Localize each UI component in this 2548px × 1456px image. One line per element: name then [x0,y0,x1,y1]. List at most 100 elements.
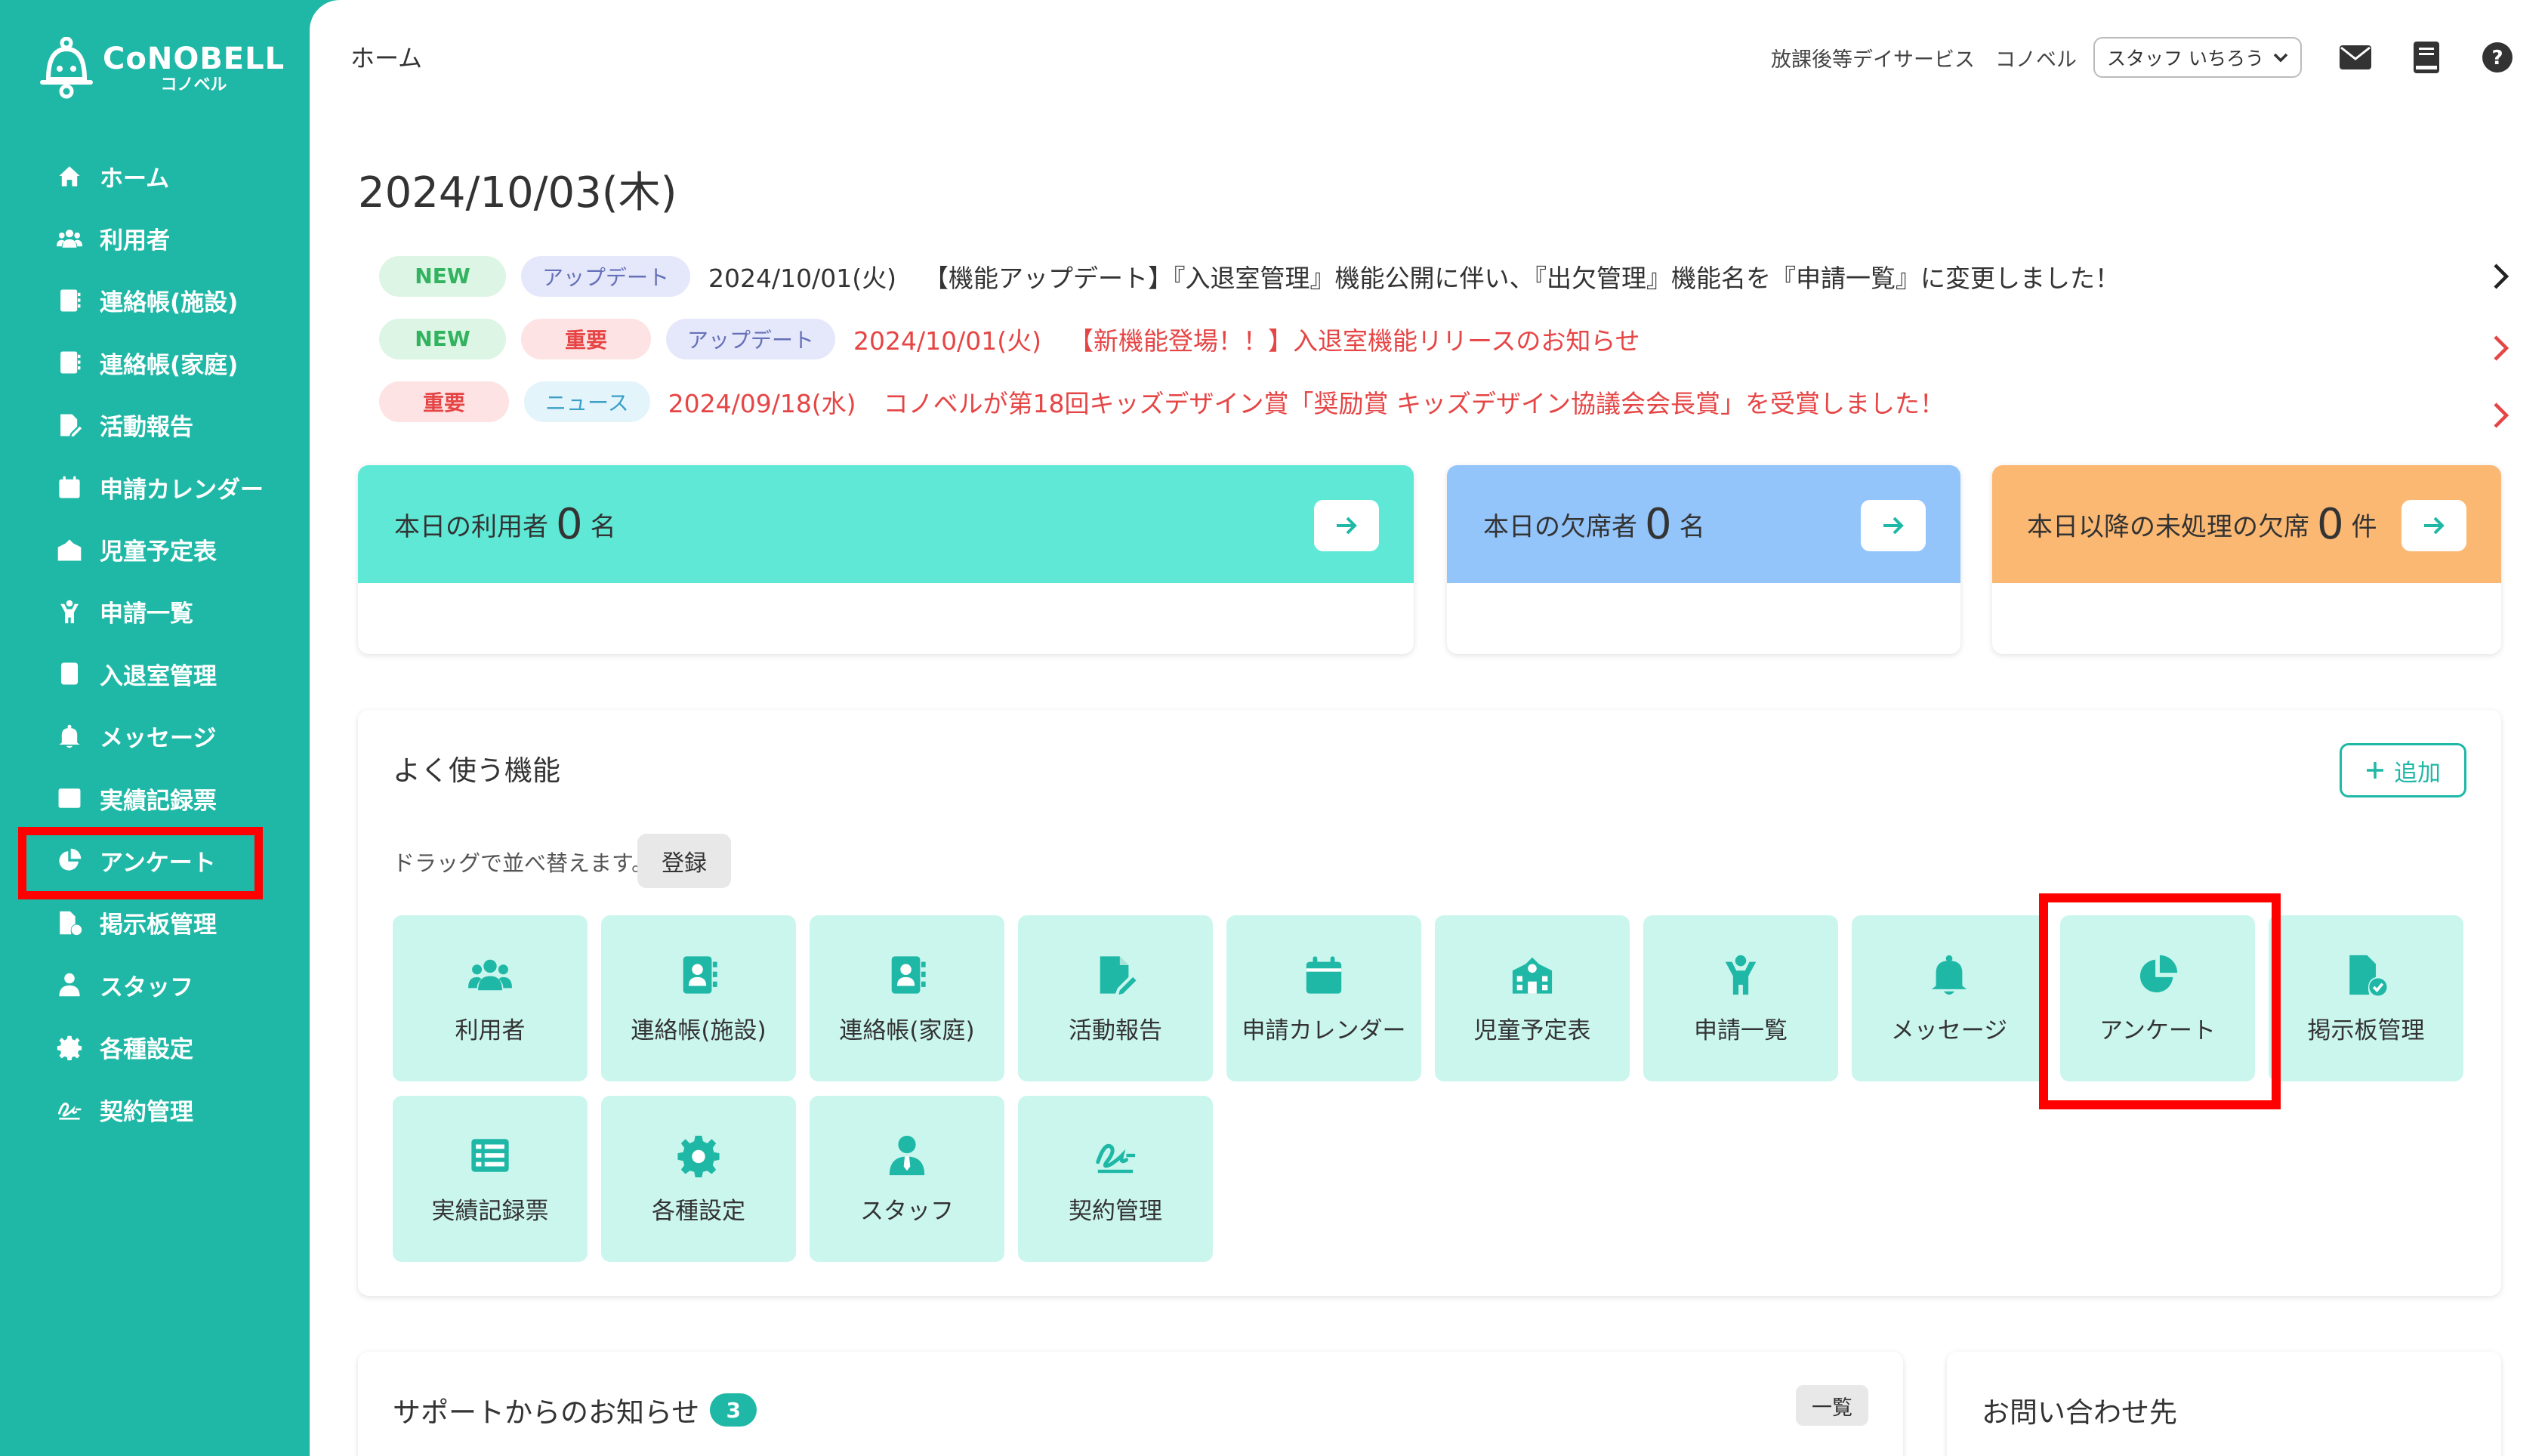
favorite-tile[interactable]: メッセージ [1852,915,2047,1081]
mail-icon[interactable] [2338,40,2373,75]
sidebar-item[interactable]: 掲示板管理 [0,892,310,954]
sidebar-item[interactable]: 児童予定表 [0,518,310,580]
favorite-tile[interactable]: 利用者 [393,915,588,1081]
register-button[interactable]: 登録 [637,834,731,888]
support-list-button[interactable]: 一覧 [1796,1385,1868,1426]
sidebar-item-label: アンケート [100,849,216,877]
news-date: 2024/10/01(火) [853,325,1041,356]
favorite-tile-label: 連絡帳(施設) [631,1016,767,1044]
sidebar-item-label: 実績記録票 [100,787,217,815]
sidebar-item[interactable]: 申請カレンダー [0,456,310,518]
card-pending-absent-arrow-button[interactable] [2401,500,2466,551]
sidebar-item-label: 連絡帳(家庭) [100,351,239,379]
news-tag-important: 重要 [521,318,651,359]
drag-hint: ドラッグで並べ替えます。 [393,850,654,876]
bell-icon [1926,952,1972,998]
card-pending-absent: 本日以降の未処理の欠席 0 件 [1992,465,2501,654]
contact-book-icon [54,347,85,378]
pie-chart-icon [2135,952,2180,998]
favorite-tile[interactable]: 掲示板管理 [2269,915,2463,1081]
card-label: 本日の利用者 [394,511,548,542]
favorite-tile[interactable]: 申請一覧 [1643,915,1838,1081]
favorite-tile[interactable]: 連絡帳(施設) [601,915,796,1081]
sidebar-item[interactable]: 連絡帳(家庭) [0,332,310,393]
favorite-tile-label: 利用者 [455,1016,526,1044]
breadcrumb[interactable]: ホーム [350,39,422,74]
sidebar-item[interactable]: メッセージ [0,705,310,767]
news-date: 2024/10/01(火) [708,263,896,293]
sidebar-item-label: 児童予定表 [100,538,217,566]
news-item[interactable]: 重要 ニュース 2024/09/18(水) コノベルが第18回キッズデザイン賞「奨励賞… [379,370,2516,433]
card-unit: 名 [590,511,616,542]
sidebar-item[interactable]: 契約管理 [0,1078,310,1140]
favorite-tile[interactable]: 実績記録票 [393,1096,588,1262]
card-today-users: 本日の利用者 0 名 [358,465,1414,654]
sidebar-item-label: 利用者 [100,227,170,255]
manual-book-icon[interactable] [2409,40,2444,75]
chevron-right-icon[interactable] [2486,400,2516,430]
arrow-right-icon [2424,517,2445,535]
sidebar-item[interactable]: スタッフ [0,954,310,1016]
favorites-title: よく使う機能 [393,754,560,787]
favorite-tile-label: 申請一覧 [1694,1016,1788,1044]
sidebar-item-label: 申請カレンダー [100,476,264,504]
news-tag-new: NEW [379,255,506,297]
news-tag-new: NEW [379,318,506,359]
contact-book-icon [676,952,721,998]
news-text: コノベルが第18回キッズデザイン賞「奨励賞 キッズデザイン協議会会長賞」を受賞し… [883,388,1945,418]
contact-book-icon [884,952,930,998]
users-icon [467,952,513,998]
sidebar-item[interactable]: ホーム [0,145,310,207]
favorite-tile[interactable]: 各種設定 [601,1096,796,1262]
sidebar-item[interactable]: アンケート [0,829,310,891]
card-today-absent-arrow-button[interactable] [1861,500,1926,551]
sidebar-item[interactable]: 活動報告 [0,394,310,456]
card-label: 本日以降の未処理の欠席 [2027,511,2309,542]
chevron-down-icon [2273,52,2288,63]
favorite-tile-label: 実績記録票 [431,1197,549,1225]
news-item[interactable]: NEW 重要 アップデート 2024/10/01(火) 【新機能登場！！】入退室機能リリ… [379,307,2516,370]
favorite-tile[interactable]: スタッフ [810,1096,1004,1262]
favorite-tile[interactable]: 活動報告 [1018,915,1213,1081]
bell-icon [54,721,85,751]
logo[interactable]: CoNOBELL コノベル [39,30,284,106]
favorite-tile[interactable]: 連絡帳(家庭) [810,915,1004,1081]
favorite-tile[interactable]: 児童予定表 [1435,915,1630,1081]
users-icon [54,224,85,254]
card-value: 0 [556,499,583,549]
file-edit-icon [1093,952,1138,998]
sidebar-item-label: 申請一覧 [100,600,193,628]
favorite-tile-label: 児童予定表 [1473,1016,1591,1044]
contact-title: お問い合わせ先 [1982,1396,2177,1429]
chevron-right-icon[interactable] [2486,261,2516,292]
calendar-icon [1301,952,1346,998]
sidebar-item[interactable]: 入退室管理 [0,643,310,705]
news-item[interactable]: NEW アップデート 2024/10/01(火) 【機能アップデート】『入退室管理』機… [379,245,2516,307]
sidebar-item[interactable]: 実績記録票 [0,767,310,829]
add-favorite-button[interactable]: 追加 [2340,743,2466,797]
calendar-icon [54,472,85,502]
plus-icon [2367,762,2383,779]
favorite-tile-label: スタッフ [860,1197,954,1225]
help-icon[interactable]: ? [2480,40,2515,75]
staff-select[interactable]: スタッフ いちろう [2093,37,2302,78]
support-count-badge: 3 [710,1393,757,1427]
sidebar-item[interactable]: 利用者 [0,207,310,269]
svg-text:?: ? [2491,47,2503,69]
card-today-users-arrow-button[interactable] [1314,500,1379,551]
news-tag-news: ニュース [524,381,650,422]
favorite-tile-label: 活動報告 [1069,1016,1162,1044]
sidebar-item[interactable]: 連絡帳(施設) [0,270,310,332]
favorite-tile[interactable]: 契約管理 [1018,1096,1213,1262]
arrow-right-icon [1883,517,1904,535]
staff-select-value: スタッフ いちろう [2107,48,2264,69]
card-today-users-head: 本日の利用者 0 名 [358,465,1414,583]
favorite-tile[interactable]: 申請カレンダー [1226,915,1421,1081]
sidebar-item[interactable]: 各種設定 [0,1016,310,1078]
chevron-right-icon[interactable] [2486,333,2516,363]
signature-icon [54,1094,85,1124]
facility-name: 放課後等デイサービス コノベル [1771,48,2078,72]
favorite-tile[interactable]: アンケート [2060,915,2255,1081]
staff-icon [884,1133,930,1178]
sidebar-item[interactable]: 申請一覧 [0,581,310,643]
